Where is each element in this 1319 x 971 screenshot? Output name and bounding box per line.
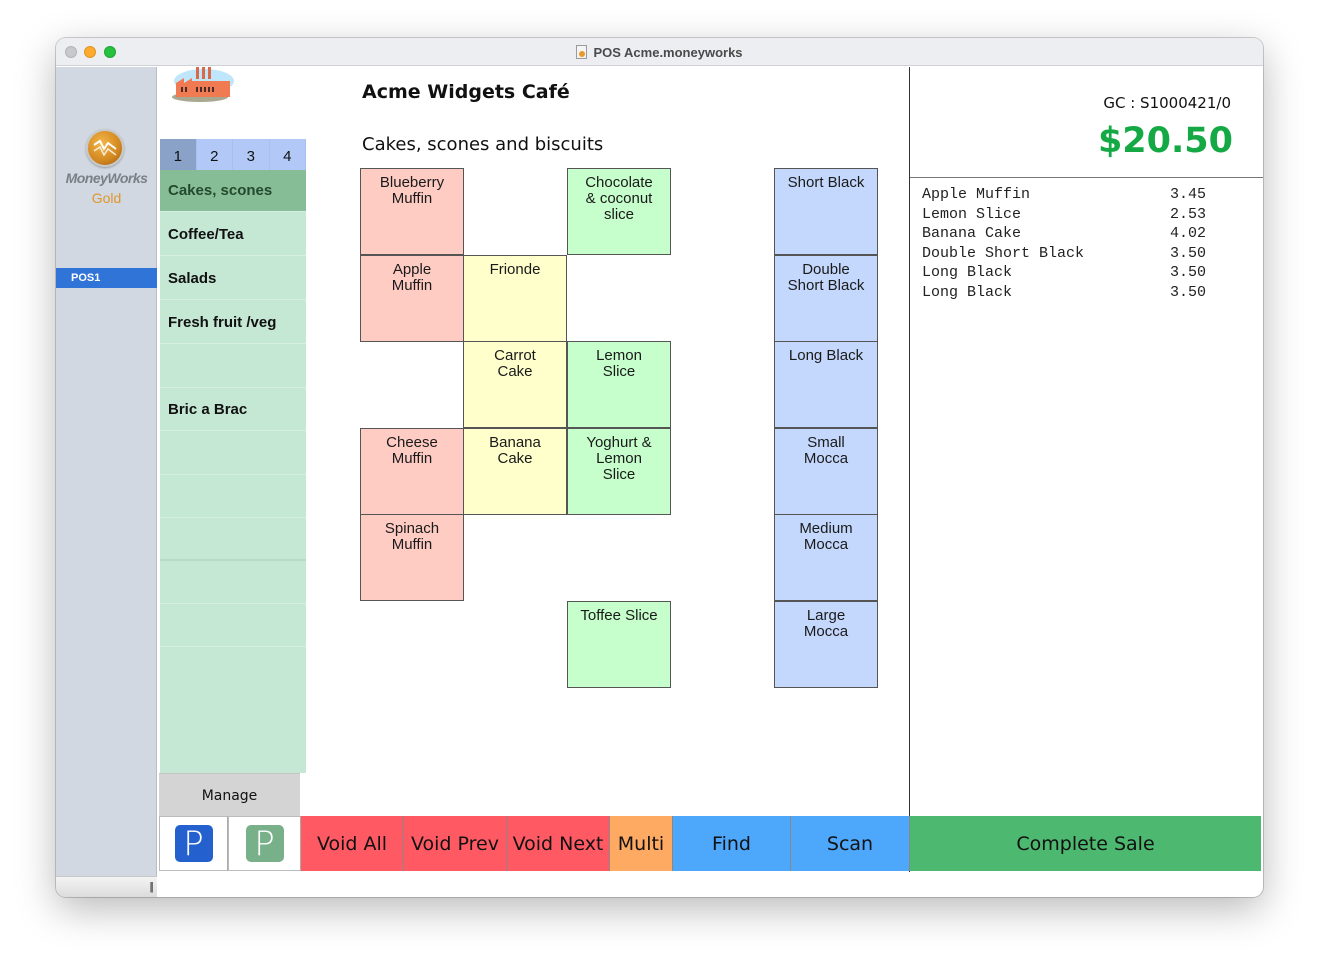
category-slot[interactable] bbox=[160, 604, 306, 647]
category-slot[interactable] bbox=[160, 432, 306, 475]
product-lemon-slice[interactable]: Lemon Slice bbox=[567, 341, 671, 428]
product-spinach-muffin[interactable]: Spinach Muffin bbox=[360, 514, 464, 601]
line-item: Banana Cake bbox=[922, 225, 1022, 243]
title-bar: POS Acme.moneyworks bbox=[56, 38, 1263, 66]
category-slot[interactable] bbox=[160, 561, 306, 604]
line-item: Double Short Black bbox=[922, 244, 1085, 262]
sidebar-item-pos1[interactable]: POS1 bbox=[56, 268, 157, 288]
pos-window: POS Acme.moneyworks MoneyWorks Gold POS1… bbox=[56, 38, 1263, 897]
line-price: 3.50 bbox=[1169, 264, 1206, 282]
line-price: 3.45 bbox=[1169, 186, 1206, 203]
void-all-button[interactable]: Void All bbox=[301, 816, 404, 871]
window-title-area: POS Acme.moneyworks bbox=[56, 38, 1263, 66]
receipt-line[interactable]: Double Short Black 3.50 bbox=[922, 244, 1222, 264]
park-green-icon: P bbox=[245, 825, 284, 863]
window-title: POS Acme.moneyworks bbox=[593, 44, 743, 60]
product-chocolate-coconut-slice[interactable]: Chocolate & coconut slice bbox=[567, 168, 671, 255]
category-slot[interactable] bbox=[160, 518, 306, 561]
line-price: 2.53 bbox=[1169, 205, 1206, 223]
product-large-mocca[interactable]: Large Mocca bbox=[774, 601, 878, 688]
line-item: Lemon Slice bbox=[922, 205, 1022, 223]
scan-button[interactable]: Scan bbox=[791, 816, 910, 871]
product-carrot-cake[interactable]: Carrot Cake bbox=[463, 341, 567, 428]
park-sale-button[interactable]: P bbox=[159, 816, 228, 871]
category-fresh-fruit-veg[interactable]: Fresh fruit /veg bbox=[160, 301, 306, 344]
product-short-black[interactable]: Short Black bbox=[774, 168, 878, 255]
product-yoghurt-lemon-slice[interactable]: Yoghurt & Lemon Slice bbox=[567, 428, 671, 515]
receipt-line[interactable]: Long Black 3.50 bbox=[922, 283, 1222, 303]
sale-total: $20.50 bbox=[1097, 121, 1233, 161]
recall-parked-button[interactable]: P bbox=[228, 816, 301, 871]
tab-page-2[interactable]: 2 bbox=[197, 139, 233, 170]
void-next-button[interactable]: Void Next bbox=[507, 816, 610, 871]
category-slot[interactable] bbox=[160, 475, 306, 518]
panel-divider bbox=[909, 67, 910, 872]
manage-button[interactable]: Manage bbox=[159, 773, 300, 816]
void-prev-button[interactable]: Void Prev bbox=[404, 816, 507, 871]
line-price: 4.02 bbox=[1169, 225, 1206, 243]
receipt-lines: Apple Muffin 3.45 Lemon Slice 2.53 Banana … bbox=[922, 185, 1222, 303]
category-bric-a-brac[interactable]: Bric a Brac bbox=[160, 388, 306, 431]
line-item: Apple Muffin bbox=[922, 186, 1031, 203]
receipt-line[interactable]: Long Black 3.50 bbox=[922, 263, 1222, 283]
multi-button[interactable]: Multi bbox=[610, 816, 673, 871]
line-price: 3.50 bbox=[1169, 244, 1206, 262]
find-button[interactable]: Find bbox=[673, 816, 791, 871]
product-apple-muffin[interactable]: Apple Muffin bbox=[360, 255, 464, 342]
tab-page-4[interactable]: 4 bbox=[270, 139, 306, 170]
park-blue-icon: P bbox=[174, 825, 213, 863]
category-title: Cakes, scones and biscuits bbox=[362, 134, 604, 155]
product-long-black[interactable]: Long Black bbox=[774, 341, 878, 428]
receipt-line[interactable]: Apple Muffin 3.45 bbox=[922, 185, 1222, 205]
product-double-short-black[interactable]: Double Short Black bbox=[774, 255, 878, 342]
sidebar: MoneyWorks Gold POS1 ||| bbox=[56, 67, 157, 897]
moneyworks-logo-icon bbox=[86, 129, 124, 167]
receipt-separator bbox=[910, 177, 1263, 178]
category-salads[interactable]: Salads bbox=[160, 257, 306, 300]
factory-logo-icon bbox=[170, 67, 236, 103]
line-price: 3.50 bbox=[1169, 283, 1206, 301]
action-bar: P P Void All Void Prev Void Next Multi F… bbox=[159, 816, 1261, 871]
product-cheese-muffin[interactable]: Cheese Muffin bbox=[360, 428, 464, 515]
sale-reference: GC : S1000421/0 bbox=[1103, 94, 1231, 112]
product-frionde[interactable]: Frionde bbox=[463, 255, 567, 342]
document-icon bbox=[576, 45, 588, 59]
category-list: Cakes, scones Coffee/Tea Salads Fresh fr… bbox=[160, 170, 306, 773]
line-item: Long Black bbox=[922, 264, 1013, 282]
page-tabs: 1 2 3 4 bbox=[160, 139, 306, 170]
product-medium-mocca[interactable]: Medium Mocca bbox=[774, 514, 878, 601]
product-toffee-slice[interactable]: Toffee Slice bbox=[567, 601, 671, 688]
resize-grip-icon[interactable]: ||| bbox=[149, 881, 153, 893]
tab-page-3[interactable]: 3 bbox=[233, 139, 270, 170]
brand-edition: Gold bbox=[91, 190, 122, 206]
sidebar-resize-bar: ||| bbox=[56, 876, 157, 897]
company-name: Acme Widgets Café bbox=[362, 81, 570, 103]
category-empty[interactable] bbox=[160, 345, 306, 388]
product-small-mocca[interactable]: Small Mocca bbox=[774, 428, 878, 515]
line-item: Long Black bbox=[922, 283, 1013, 301]
category-cakes-scones[interactable]: Cakes, scones bbox=[160, 170, 306, 212]
category-coffee-tea[interactable]: Coffee/Tea bbox=[160, 213, 306, 256]
receipt-line[interactable]: Banana Cake 4.02 bbox=[922, 224, 1222, 244]
brand-name: MoneyWorks bbox=[65, 170, 148, 186]
tab-page-1[interactable]: 1 bbox=[160, 139, 197, 170]
complete-sale-button[interactable]: Complete Sale bbox=[910, 816, 1261, 871]
product-banana-cake[interactable]: Banana Cake bbox=[463, 428, 567, 515]
product-blueberry-muffin[interactable]: Blueberry Muffin bbox=[360, 168, 464, 255]
receipt-line[interactable]: Lemon Slice 2.53 bbox=[922, 205, 1222, 225]
